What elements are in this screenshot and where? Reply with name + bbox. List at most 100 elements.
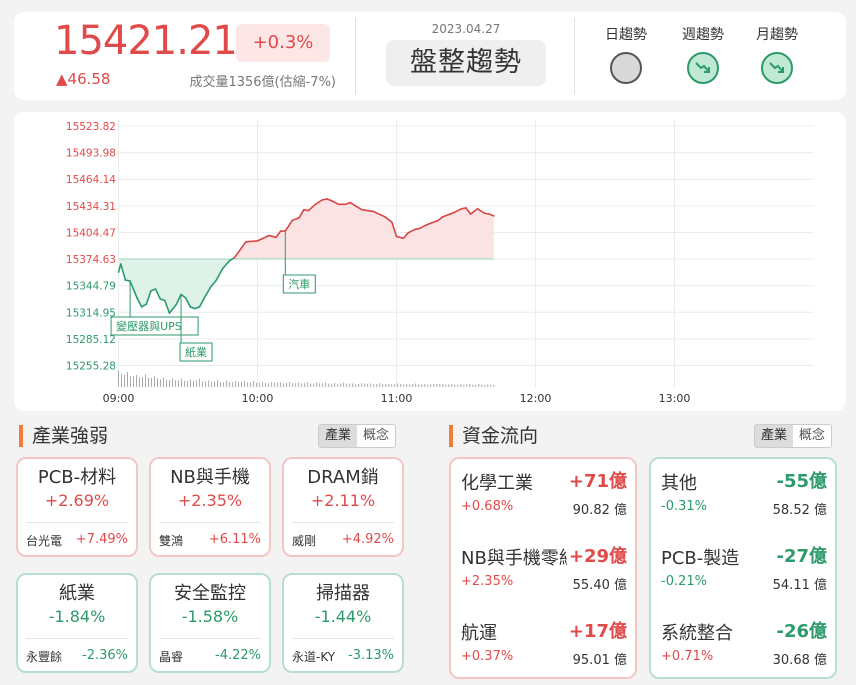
tab-concept[interactable]: 概念 — [793, 425, 831, 447]
industry-name: 掃描器 — [316, 583, 370, 604]
flow-item[interactable]: 航運 +17億 +0.37% 95.01 億 — [461, 617, 627, 679]
industry-card[interactable]: DRAM銷 +2.11% 威剛 +4.92% — [282, 457, 404, 557]
x-tick-label: 09:00 — [103, 392, 135, 405]
flow-pct: +0.68% — [461, 499, 514, 514]
top-stock-name: 威剛 — [292, 534, 317, 548]
flow-item[interactable]: 其他 -55億 -0.31% 58.52 億 — [661, 467, 827, 529]
y-tick-label: 15344.79 — [66, 281, 116, 293]
daily-trend-neutral-icon[interactable] — [610, 52, 642, 84]
industry-name: NB與手機 — [170, 467, 250, 488]
divider — [292, 522, 394, 523]
y-tick-label: 15374.63 — [66, 254, 116, 266]
daily-trend-label: 日趨勢 — [605, 27, 647, 43]
industry-name: PCB-材料 — [37, 467, 117, 488]
industry-pct: -1.58% — [181, 607, 239, 626]
industry-card[interactable]: 紙業 -1.84% 永豐餘 -2.36% — [16, 573, 138, 673]
top-stock-pct: -4.22% — [215, 648, 261, 663]
tab-industry[interactable]: 產業 — [319, 425, 358, 447]
divider — [26, 638, 128, 639]
monthly-trend-label: 月趨勢 — [756, 27, 798, 43]
flow-pct: +0.37% — [461, 649, 514, 664]
x-tick-label: 12:00 — [520, 392, 552, 405]
flow-amount: +71億 — [566, 467, 627, 493]
x-tick-label: 10:00 — [242, 392, 274, 405]
flow-value: 95.01 億 — [572, 653, 627, 668]
weekly-trend-label: 週趨勢 — [682, 27, 724, 43]
flow-item[interactable]: 系統整合 -26億 +0.71% 30.68 億 — [661, 617, 827, 679]
y-tick-label: 15285.12 — [66, 334, 116, 346]
flow-amount: +29億 — [566, 542, 627, 568]
industry-card[interactable]: PCB-材料 +2.69% 台光電 +7.49% — [16, 457, 138, 557]
flow-sector-name: 其他 — [661, 473, 697, 494]
industry-pct: -1.84% — [48, 607, 106, 626]
x-tick-label: 11:00 — [381, 392, 413, 405]
date-label: 2023.04.27 — [431, 22, 501, 36]
flow-item[interactable]: NB與手機零組件+29億 +2.35% 55.40 億 — [461, 542, 627, 604]
industry-card[interactable]: NB與手機 +2.35% 雙鴻 +6.11% — [149, 457, 271, 557]
index-pct-badge: +0.3% — [236, 24, 330, 62]
industry-name: 紙業 — [59, 583, 95, 604]
annotation-label: 變壓器與UPS — [116, 319, 182, 333]
flow-value: 55.40 億 — [572, 578, 627, 593]
inflow-panel: 化學工業 +71億 +0.68% 90.82 億 NB與手機零組件+29億 +2.35% 5… — [449, 457, 637, 679]
flow-value: 90.82 億 — [572, 503, 627, 518]
flow-item[interactable]: 化學工業 +71億 +0.68% 90.82 億 — [461, 467, 627, 529]
annotation-label: 紙業 — [185, 345, 207, 359]
flow-amount: +17億 — [566, 617, 627, 643]
y-tick-label: 15523.82 — [66, 121, 116, 133]
index-change: ▲46.58 — [56, 70, 111, 88]
top-stock-name: 雙鴻 — [159, 534, 184, 548]
flow-sector-name: 化學工業 — [461, 473, 533, 494]
flow-value: 54.11 億 — [772, 578, 827, 593]
flow-pct: +0.71% — [661, 649, 714, 664]
flow-sector-name: PCB-製造 — [661, 548, 740, 569]
fund-flow-title: 資金流向 — [449, 425, 538, 447]
divider — [355, 18, 356, 94]
flow-tab-group: 產業 概念 — [754, 424, 833, 448]
flow-pct: +2.35% — [461, 574, 514, 589]
divider — [292, 638, 394, 639]
divider — [159, 522, 261, 523]
y-tick-label: 15464.14 — [66, 174, 116, 186]
weekly-trend-down-icon[interactable] — [687, 52, 719, 84]
price-line-segment — [245, 240, 259, 243]
flow-pct: -0.21% — [661, 574, 707, 589]
industry-card[interactable]: 掃描器 -1.44% 永道-KY -3.13% — [282, 573, 404, 673]
annotation-label: 汽車 — [288, 277, 310, 291]
industry-pct: +2.35% — [177, 491, 243, 510]
industry-pct: -1.44% — [314, 607, 372, 626]
tab-concept[interactable]: 概念 — [357, 425, 395, 447]
industry-tab-group: 產業 概念 — [318, 424, 397, 448]
flow-amount: -27億 — [774, 542, 827, 568]
top-stock-pct: -2.36% — [82, 648, 128, 663]
industry-name: 安全監控 — [174, 583, 246, 604]
index-value: 15421.21 — [54, 18, 238, 64]
divider — [159, 638, 261, 639]
top-stock-name: 永道-KY — [292, 650, 336, 664]
flow-item[interactable]: PCB-製造 -27億 -0.21% 54.11 億 — [661, 542, 827, 604]
flow-pct: -0.31% — [661, 499, 707, 514]
divider — [26, 522, 128, 523]
industry-card[interactable]: 安全監控 -1.58% 晶睿 -4.22% — [149, 573, 271, 673]
top-stock-pct: +4.92% — [341, 532, 394, 547]
tab-industry[interactable]: 產業 — [755, 425, 794, 447]
market-summary-card: 15421.21 +0.3% ▲46.58 成交量1356億(估縮-7%) 20… — [14, 12, 846, 100]
y-tick-label: 15493.98 — [66, 148, 116, 160]
flow-amount: -26億 — [774, 617, 827, 643]
monthly-trend-down-icon[interactable] — [761, 52, 793, 84]
top-stock-name: 永豐餘 — [26, 650, 63, 664]
flow-sector-name: 系統整合 — [661, 623, 733, 644]
flow-value: 58.52 億 — [772, 503, 827, 518]
industry-name: DRAM銷 — [307, 467, 379, 488]
y-tick-label: 15404.47 — [66, 227, 116, 239]
x-tick-label: 13:00 — [659, 392, 691, 405]
top-stock-pct: -3.13% — [348, 648, 394, 663]
industry-strength-title: 產業強弱 — [19, 425, 108, 447]
y-tick-label: 15434.31 — [66, 201, 116, 213]
flow-sector-name: 航運 — [461, 623, 497, 644]
volume-text: 成交量1356億(估縮-7%) — [189, 75, 336, 90]
y-tick-label: 15314.95 — [66, 307, 116, 319]
top-stock-pct: +7.49% — [75, 532, 128, 547]
flow-amount: -55億 — [774, 467, 827, 493]
intraday-chart[interactable]: 15523.82 15493.98 15464.14 15434.31 15404.47… — [14, 112, 846, 411]
